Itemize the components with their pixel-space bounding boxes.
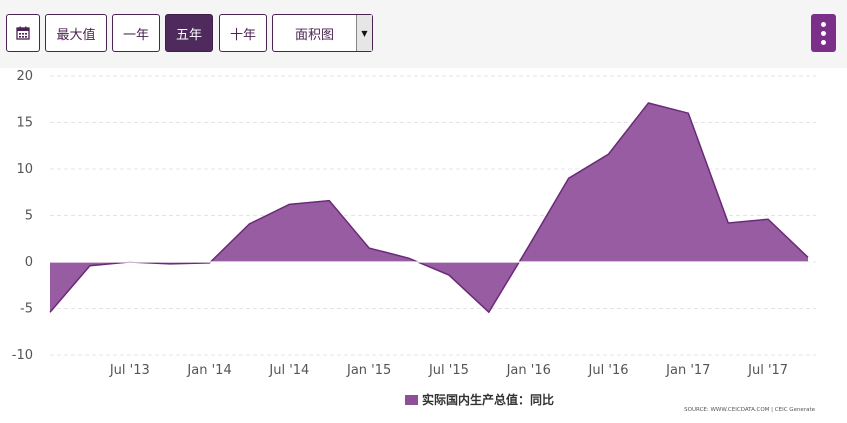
y-tick-label: 5 <box>25 209 33 224</box>
more-menu-button[interactable] <box>811 14 836 52</box>
source-note: SOURCE: WWW.CEICDATA.COM | CEIC Generate <box>684 407 815 413</box>
legend-label[interactable]: 实际国内生产总值：同比 <box>422 392 554 407</box>
calendar-button[interactable] <box>6 14 40 52</box>
x-tick-label: Jan '15 <box>346 363 391 378</box>
range-10y-button[interactable]: 十年 <box>219 14 267 52</box>
x-tick-label: Jul '13 <box>109 363 150 378</box>
x-tick-label: Jul '17 <box>747 363 788 378</box>
chart-toolbar: 最大值 一年 五年 十年 面积图 ▼ <box>0 0 847 68</box>
chart-type-value: 面积图 <box>273 24 356 43</box>
range-max-button[interactable]: 最大值 <box>45 14 107 52</box>
y-tick-label: 20 <box>16 69 33 84</box>
y-tick-label: -10 <box>12 348 33 363</box>
more-vertical-icon <box>821 22 826 27</box>
legend-swatch <box>405 395 418 405</box>
x-tick-label: Jan '16 <box>506 363 551 378</box>
chart-type-select[interactable]: 面积图 ▼ <box>272 14 373 52</box>
area-chart: 20 15 10 5 0 -5 -10 Jul '13 Jan '14 Jul '14 Jan '… <box>0 68 847 419</box>
x-tick-label: Jan '17 <box>665 363 710 378</box>
chart-area: 20 15 10 5 0 -5 -10 Jul '13 Jan '14 Jul '14 Jan '… <box>0 68 847 419</box>
chevron-down-icon[interactable]: ▼ <box>356 15 372 51</box>
y-tick-label: 10 <box>16 162 33 177</box>
y-tick-label: -5 <box>20 302 33 317</box>
calendar-icon <box>16 26 30 40</box>
range-1y-button[interactable]: 一年 <box>112 14 160 52</box>
x-tick-label: Jan '14 <box>186 363 231 378</box>
x-tick-label: Jul '16 <box>588 363 629 378</box>
y-tick-label: 0 <box>25 255 33 270</box>
range-5y-button[interactable]: 五年 <box>165 14 213 52</box>
x-tick-label: Jul '15 <box>428 363 469 378</box>
y-tick-label: 15 <box>16 116 33 131</box>
x-tick-label: Jul '14 <box>268 363 309 378</box>
